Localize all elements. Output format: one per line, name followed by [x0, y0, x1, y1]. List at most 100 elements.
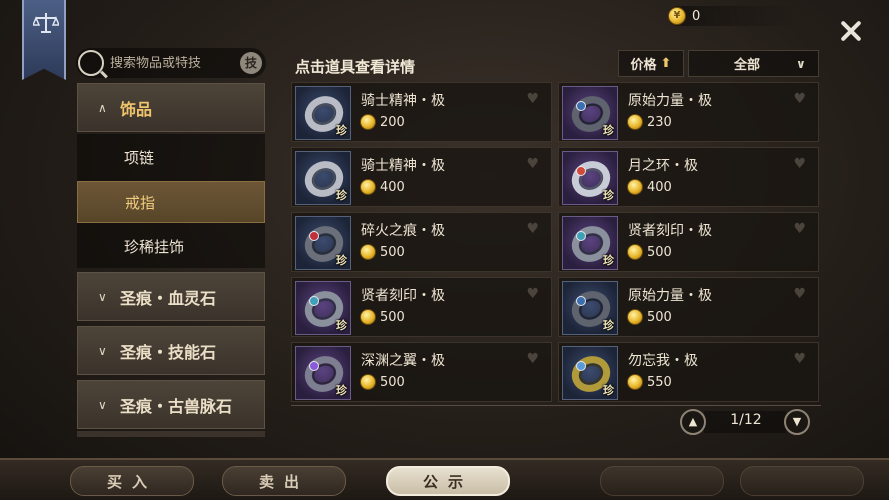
filter-dropdown[interactable]: 全部 ∨: [688, 50, 819, 77]
favorite-heart-icon[interactable]: ♥: [793, 221, 806, 237]
search-bar: 技: [76, 48, 266, 78]
sort-label: 价格: [630, 58, 657, 73]
item-price: 500: [360, 244, 405, 260]
category-stigma-skill-stone[interactable]: ∨ 圣痕・技能石: [77, 326, 265, 375]
item-price: 500: [627, 309, 672, 325]
gold-coin-icon: [627, 244, 643, 260]
sidebar-scroll-edge: [77, 431, 265, 437]
gold-coin-icon: [627, 179, 643, 195]
rare-badge: 珍: [336, 189, 347, 202]
category-label: 圣痕・血灵石: [120, 288, 217, 308]
item-price: 230: [627, 114, 672, 130]
search-icon[interactable]: [78, 50, 104, 76]
item-name: 骑士精神・极: [361, 93, 445, 109]
item-card[interactable]: 珍 骑士精神・极 200 ♥: [291, 82, 552, 142]
page-indicator: 1/12: [730, 412, 762, 428]
gem-icon: [309, 296, 319, 306]
rare-badge: 珍: [336, 124, 347, 137]
rare-badge: 珍: [603, 189, 614, 202]
skill-search-button[interactable]: 技: [240, 52, 262, 74]
next-page-button[interactable]: ▼: [784, 409, 810, 435]
item-card[interactable]: 珍 勿忘我・极 550 ♥: [558, 342, 819, 402]
favorite-heart-icon[interactable]: ♥: [793, 156, 806, 172]
gold-coin-icon: [627, 374, 643, 390]
item-name: 深渊之翼・极: [361, 353, 445, 369]
price-value: 230: [647, 114, 672, 130]
item-thumb: 珍: [562, 86, 618, 140]
item-name: 贤者刻印・极: [628, 223, 712, 239]
favorite-heart-icon[interactable]: ♥: [526, 91, 539, 107]
sidebar-item-ring[interactable]: 戒指: [77, 181, 265, 223]
prev-page-button[interactable]: ▲: [680, 409, 706, 435]
item-name: 月之环・极: [628, 158, 698, 174]
category-label: 圣痕・技能石: [120, 342, 217, 362]
item-price: 400: [627, 179, 672, 195]
item-card[interactable]: 珍 贤者刻印・极 500 ♥: [291, 277, 552, 337]
sidebar-item-necklace[interactable]: 项链: [77, 136, 265, 178]
favorite-heart-icon[interactable]: ♥: [793, 91, 806, 107]
gold-coin-icon: [360, 374, 376, 390]
chevron-up-icon: ∧: [98, 100, 107, 115]
favorite-heart-icon[interactable]: ♥: [526, 351, 539, 367]
gold-coin-icon: [360, 309, 376, 325]
chevron-down-icon: ∨: [796, 56, 806, 71]
list-divider: [291, 405, 821, 406]
gold-coin-icon: [360, 114, 376, 130]
item-name: 碎火之痕・极: [361, 223, 445, 239]
item-card[interactable]: 珍 贤者刻印・极 500 ♥: [558, 212, 819, 272]
item-price: 500: [360, 309, 405, 325]
category-stigma-blood-stone[interactable]: ∨ 圣痕・血灵石: [77, 272, 265, 321]
currency-display: ¥ 0: [668, 6, 798, 26]
gold-coin-icon: [360, 179, 376, 195]
tab-sell[interactable]: 卖出: [222, 466, 346, 496]
item-name: 原始力量・极: [628, 93, 712, 109]
item-price: 200: [360, 114, 405, 130]
chevron-down-icon: ∨: [98, 289, 107, 304]
item-price: 500: [360, 374, 405, 390]
category-accessories[interactable]: ∧ 饰品: [77, 83, 265, 132]
item-grid: 珍 骑士精神・极 200 ♥ 珍 原始力量・极 230 ♥ 珍 骑士精神・极 4…: [291, 82, 821, 404]
tab-buy[interactable]: 买入: [70, 466, 194, 496]
tab-announce[interactable]: 公示: [386, 466, 510, 496]
close-button[interactable]: [838, 18, 864, 44]
item-name: 骑士精神・极: [361, 158, 445, 174]
item-card[interactable]: 珍 骑士精神・极 400 ♥: [291, 147, 552, 207]
item-thumb: 珍: [562, 151, 618, 205]
gem-icon: [309, 231, 319, 241]
search-input[interactable]: [110, 55, 230, 71]
favorite-heart-icon[interactable]: ♥: [526, 221, 539, 237]
gold-coin-icon: ¥: [668, 7, 686, 25]
favorite-heart-icon[interactable]: ♥: [793, 351, 806, 367]
price-value: 500: [380, 244, 405, 260]
item-card[interactable]: 珍 原始力量・极 230 ♥: [558, 82, 819, 142]
item-thumb: 珍: [295, 346, 351, 400]
sort-by-price-button[interactable]: 价格 ⬆: [618, 50, 684, 77]
gold-coin-icon: [627, 309, 643, 325]
gold-coin-icon: [360, 244, 376, 260]
item-price: 550: [627, 374, 672, 390]
gem-icon: [576, 231, 586, 241]
item-thumb: 珍: [562, 346, 618, 400]
rare-badge: 珍: [603, 319, 614, 332]
category-stigma-ancient-beast-stone[interactable]: ∨ 圣痕・古兽脉石: [77, 380, 265, 429]
item-card[interactable]: 珍 深渊之翼・极 500 ♥: [291, 342, 552, 402]
item-card[interactable]: 珍 月之环・极 400 ♥: [558, 147, 819, 207]
item-card[interactable]: 珍 碎火之痕・极 500 ♥: [291, 212, 552, 272]
gem-icon: [576, 166, 586, 176]
scale-banner-icon: [22, 0, 66, 80]
favorite-heart-icon[interactable]: ♥: [526, 286, 539, 302]
item-thumb: 珍: [295, 281, 351, 335]
sidebar-item-rare-pendant[interactable]: 珍稀挂饰: [77, 225, 265, 267]
tab-placeholder: [600, 466, 724, 496]
gem-icon: [576, 296, 586, 306]
item-thumb: 珍: [295, 86, 351, 140]
rare-badge: 珍: [336, 319, 347, 332]
chevron-down-icon: ∨: [98, 397, 107, 412]
item-card[interactable]: 珍 原始力量・极 500 ♥: [558, 277, 819, 337]
favorite-heart-icon[interactable]: ♥: [526, 156, 539, 172]
item-name: 勿忘我・极: [628, 353, 698, 369]
favorite-heart-icon[interactable]: ♥: [793, 286, 806, 302]
price-value: 200: [380, 114, 405, 130]
gold-coin-icon: [627, 114, 643, 130]
gem-icon: [309, 361, 319, 371]
